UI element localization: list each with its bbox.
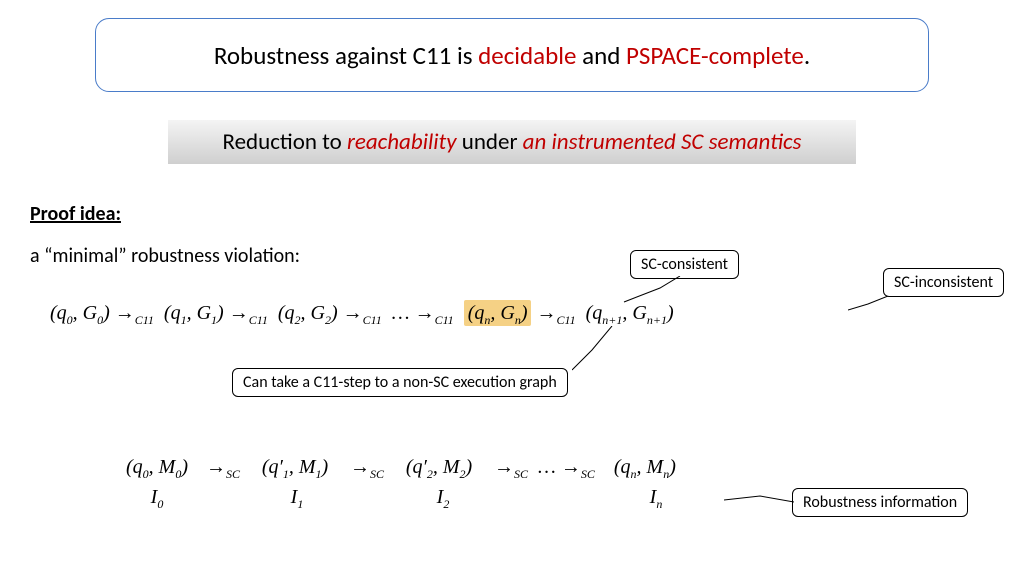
robustness-info-connector (724, 494, 794, 508)
proof-idea-heading: Proof idea: (30, 202, 121, 226)
sc-consistent-callout: SC-consistent (630, 250, 739, 279)
i-labels-row: I0I1I2In (108, 486, 706, 512)
can-take-callout: Can take a C11-step to a non-SC executio… (232, 368, 568, 397)
robustness-info-callout: Robustness information (792, 488, 968, 517)
sc-inconsistent-callout: SC-inconsistent (883, 268, 1004, 297)
can-take-connector (572, 326, 632, 372)
title-text: Robustness against C11 is decidable and … (214, 40, 810, 71)
sc-consistent-connector (620, 276, 700, 306)
sc-inconsistent-connector (848, 296, 908, 316)
c11-trace-chain: (q0, G0) →C11 (q1, G1) →C11 (q2, G2) →C1… (50, 302, 674, 328)
subtitle-box: Reduction to reachability under an instr… (168, 120, 856, 164)
subtitle-text: Reduction to reachability under an instr… (223, 128, 802, 156)
title-box: Robustness against C11 is decidable and … (95, 18, 929, 92)
sc-trace-chain: (q0, M0)→SC(q′1, M1)→SC(q′2, M2)→SC … →S… (108, 456, 706, 512)
minimal-text: a “minimal” robustness violation: (30, 244, 300, 268)
highlighted-state: (qn, Gn) (464, 300, 532, 326)
